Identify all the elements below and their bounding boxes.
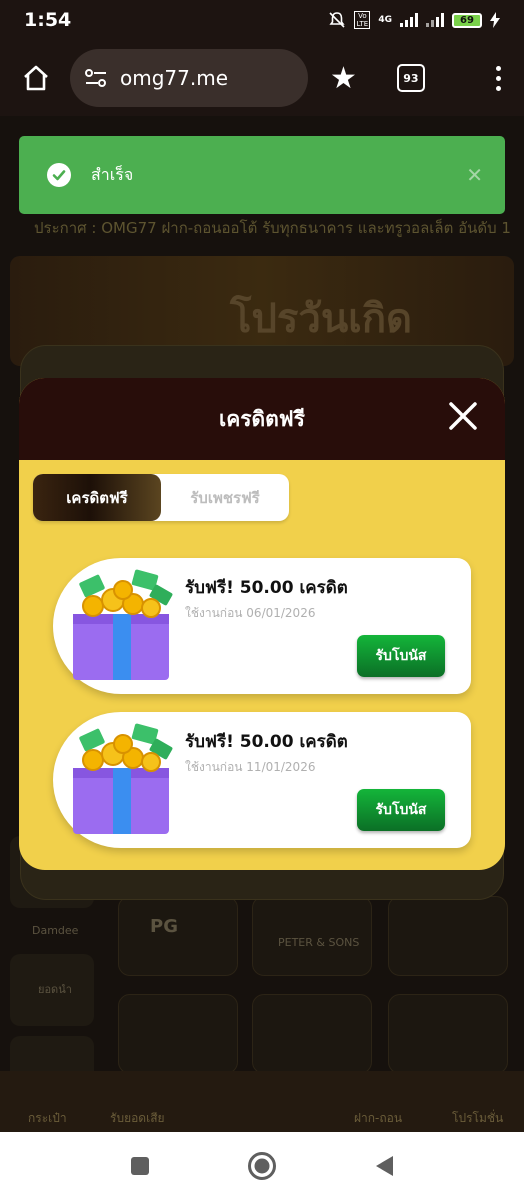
- game-label: PETER & SONS: [278, 936, 360, 949]
- tabs-icon[interactable]: 93: [396, 64, 425, 92]
- volte-badge: Vo LTE: [354, 11, 371, 29]
- bonus-title: รับฟรี! 50.00 เครดิต: [185, 732, 348, 752]
- modal-title: เครดิตฟรี: [219, 406, 305, 431]
- check-circle-icon: [47, 163, 71, 187]
- gift-box-icon: [73, 723, 173, 834]
- bonus-card: รับฟรี! 50.00 เครดิต ใช้งานก่อน 06/01/20…: [53, 558, 471, 694]
- nav-wallet: กระเป๋า: [28, 1111, 67, 1125]
- home-circle-icon[interactable]: [247, 1151, 277, 1181]
- star-icon[interactable]: ★: [330, 61, 357, 96]
- free-credit-modal: เครดิตฟรี เครดิตฟรี รับเพชรฟรี รับฟรี! 5…: [19, 378, 505, 870]
- claim-bonus-button[interactable]: รับโบนัส: [357, 635, 445, 677]
- site-settings-icon[interactable]: [84, 67, 108, 89]
- home-icon: [24, 65, 48, 91]
- tab-group: เครดิตฟรี รับเพชรฟรี: [33, 474, 289, 521]
- recents-icon[interactable]: [129, 1155, 151, 1177]
- tab-free-diamond[interactable]: รับเพชรฟรี: [161, 474, 289, 521]
- bonus-expiry: ใช้งานก่อน 06/01/2026: [185, 606, 316, 620]
- close-icon[interactable]: [447, 400, 479, 432]
- nav-cashback: รับยอดเสีย: [110, 1111, 165, 1125]
- gift-box-icon: [73, 569, 173, 680]
- status-time: 1:54: [24, 9, 72, 31]
- success-toast: สำเร็จ ✕: [19, 136, 505, 214]
- bonus-title: รับฟรี! 50.00 เครดิต: [185, 578, 348, 598]
- url-text: omg77.me: [120, 66, 229, 90]
- browser-toolbar: omg77.me ★ 93: [0, 40, 524, 116]
- game-tile: [388, 896, 508, 976]
- tab-free-credit[interactable]: เครดิตฟรี: [33, 474, 161, 521]
- address-bar[interactable]: omg77.me: [70, 49, 308, 107]
- back-icon[interactable]: [373, 1154, 395, 1178]
- toast-message: สำเร็จ: [91, 164, 134, 184]
- side-card-label: Damdee: [32, 924, 79, 937]
- signal-icon: [400, 13, 418, 27]
- side-card-label: ยอดนำ: [38, 983, 72, 996]
- game-tile: [118, 994, 238, 1074]
- game-label: PG: [150, 916, 178, 937]
- android-nav-bar: [0, 1132, 524, 1200]
- status-icons: Vo LTE 4G 69: [328, 11, 500, 29]
- charging-icon: [490, 12, 500, 28]
- announcement-marquee: ประกาศ : OMG77 ฝาก-ถอนออโต้ รับทุกธนาคาร…: [34, 219, 511, 237]
- game-tile: [252, 994, 372, 1074]
- battery-icon: 69: [452, 12, 482, 28]
- modal-header: เครดิตฟรี: [19, 378, 505, 460]
- signal-icon-2: [426, 13, 444, 27]
- nav-promotion: โปรโมชั่น: [452, 1111, 504, 1125]
- close-icon[interactable]: ✕: [466, 163, 483, 187]
- site-bottom-nav: กระเป๋า รับยอดเสีย ฝาก-ถอน โปรโมชั่น: [0, 1071, 524, 1132]
- mute-icon: [329, 12, 345, 28]
- claim-bonus-button[interactable]: รับโบนัส: [357, 789, 445, 831]
- game-tile: [118, 896, 238, 976]
- nav-deposit: ฝาก-ถอน: [354, 1111, 403, 1125]
- game-tile: [388, 994, 508, 1074]
- network-label: 4G: [378, 15, 392, 25]
- promo-title: โปรวันเกิด: [230, 296, 413, 342]
- more-menu-icon[interactable]: [488, 65, 508, 91]
- status-bar: 1:54 Vo LTE 4G 69: [0, 0, 524, 40]
- home-button[interactable]: [16, 58, 56, 98]
- bonus-card: รับฟรี! 50.00 เครดิต ใช้งานก่อน 11/01/20…: [53, 712, 471, 848]
- bonus-expiry: ใช้งานก่อน 11/01/2026: [185, 760, 316, 774]
